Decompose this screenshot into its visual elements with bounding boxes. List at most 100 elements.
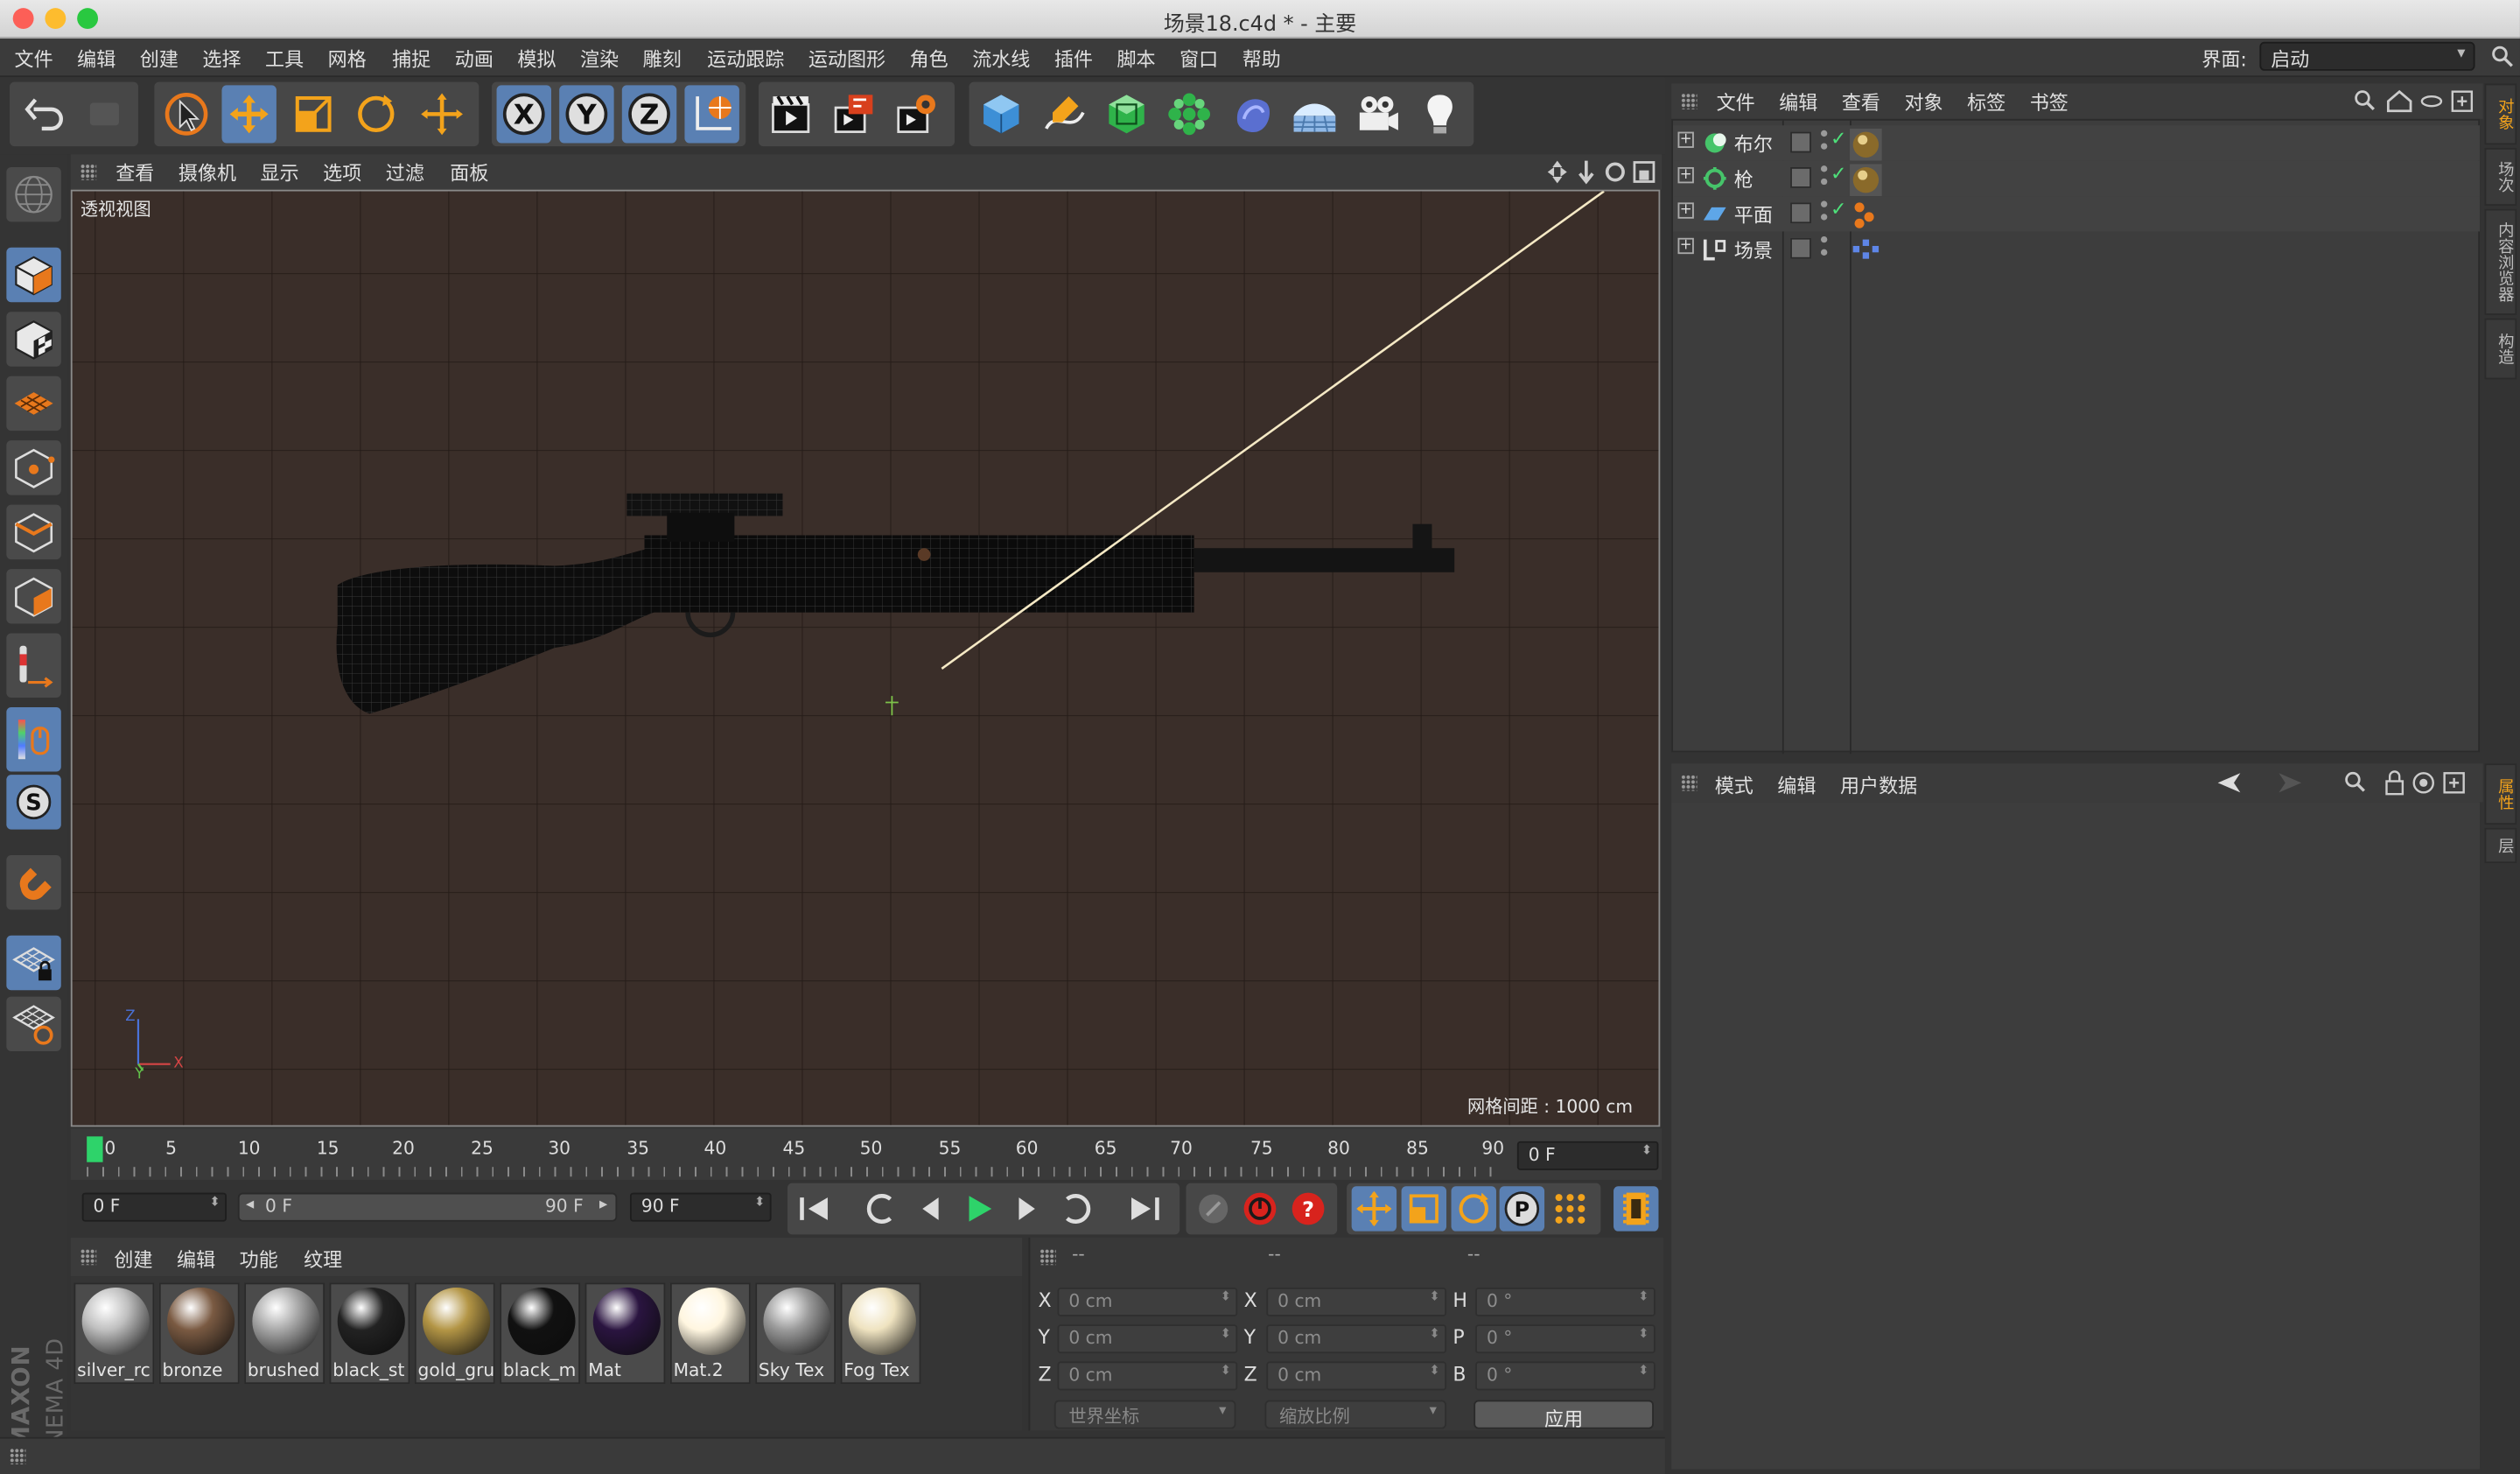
om-menu-view[interactable]: 查看	[1842, 88, 1880, 116]
material-menu-texture[interactable]: 纹理	[304, 1246, 342, 1273]
workplane-rotate-icon[interactable]	[6, 996, 61, 1052]
menu-character[interactable]: 角色	[910, 45, 948, 72]
editor-visibility-dot-icon[interactable]	[1820, 235, 1828, 243]
menu-help[interactable]: 帮助	[1242, 45, 1281, 72]
material-tag-icon[interactable]	[1850, 164, 1882, 197]
search-icon[interactable]	[2491, 45, 2514, 67]
coord-value-field[interactable]: 0 cm ⬍	[1057, 1324, 1238, 1354]
range-right-arrow-icon[interactable]: ▸	[599, 1196, 607, 1213]
material-swatch[interactable]: brushed	[244, 1282, 326, 1385]
cloner-icon[interactable]	[1162, 85, 1216, 143]
stepper-icon[interactable]: ⬍	[1221, 1363, 1231, 1378]
floor-environment-icon[interactable]	[1287, 85, 1341, 143]
menu-sculpt[interactable]: 雕刻	[643, 45, 682, 72]
viewport-menu-view[interactable]: 查看	[116, 159, 154, 186]
render-visibility-dot-icon[interactable]	[1820, 249, 1828, 256]
editor-visibility-dot-icon[interactable]	[1820, 165, 1828, 172]
enabled-check-icon[interactable]: ✓	[1830, 198, 1846, 221]
key-parameter-icon[interactable]: P	[1499, 1186, 1545, 1232]
object-row[interactable]: + 场景	[1673, 231, 2480, 266]
side-tab-takes[interactable]: 场次	[2484, 147, 2517, 207]
om-menu-tags[interactable]: 标签	[1967, 88, 2006, 116]
stepper-icon[interactable]: ⬍	[754, 1194, 765, 1209]
material-swatch[interactable]: silver_rc	[74, 1282, 155, 1385]
key-position-icon[interactable]	[1351, 1186, 1397, 1232]
coord-value-field[interactable]: 0 ° ⬍	[1475, 1287, 1656, 1317]
phong-tag-icon[interactable]	[1850, 200, 1882, 232]
menu-motion-tracker[interactable]: 运动跟踪	[707, 45, 784, 72]
render-to-picture-viewer-icon[interactable]	[826, 85, 880, 143]
menu-create[interactable]: 创建	[140, 45, 178, 72]
material-swatch[interactable]: Fog Tex	[840, 1282, 921, 1385]
side-tab-content-browser[interactable]: 内容浏览器	[2484, 208, 2517, 315]
scale-icon[interactable]	[286, 85, 340, 143]
material-swatch[interactable]: Mat	[584, 1282, 666, 1385]
paint-tool-icon[interactable]	[6, 707, 61, 772]
attr-menu-user-data[interactable]: 用户数据	[1840, 771, 1917, 798]
stepper-icon[interactable]: ⬍	[1642, 1143, 1652, 1158]
stage-tag-icon[interactable]	[1850, 235, 1882, 267]
menu-select[interactable]: 选择	[202, 45, 241, 72]
render-settings-icon[interactable]	[889, 85, 943, 143]
coord-value-field[interactable]: 0 cm ⬍	[1266, 1361, 1447, 1391]
object-row[interactable]: + 枪 ✓	[1673, 160, 2481, 197]
attr-menu-mode[interactable]: 模式	[1715, 771, 1754, 798]
coord-value-field[interactable]: 0 ° ⬍	[1475, 1324, 1656, 1354]
side-tab-structure[interactable]: 构造	[2484, 318, 2517, 380]
coord-value-field[interactable]: 0 cm ⬍	[1266, 1287, 1447, 1317]
timeline-ruler[interactable]: 0 5 10 15 20 25 30 35 40 45 50 55 60 65 …	[70, 1128, 1662, 1180]
play-forward-icon[interactable]	[956, 1186, 1001, 1231]
coord-value-field[interactable]: 0 cm ⬍	[1057, 1361, 1238, 1391]
range-left-arrow-icon[interactable]: ◂	[246, 1196, 254, 1213]
cube-icon[interactable]	[974, 85, 1028, 143]
next-key-icon[interactable]	[1054, 1186, 1099, 1231]
expand-toggle-icon[interactable]: +	[1677, 166, 1694, 184]
end-frame-field[interactable]: 90 F ⬍	[629, 1192, 772, 1222]
world-coordinate-icon[interactable]	[684, 85, 739, 144]
menu-window[interactable]: 窗口	[1180, 45, 1218, 72]
menu-edit[interactable]: 编辑	[77, 45, 116, 72]
menu-snap[interactable]: 捕捉	[392, 45, 430, 72]
transform-icon[interactable]	[415, 85, 469, 143]
render-visibility-dot-icon[interactable]	[1820, 143, 1828, 150]
material-tag-icon[interactable]	[1850, 128, 1882, 161]
enabled-check-icon[interactable]: ✓	[1830, 127, 1846, 150]
menu-simulate[interactable]: 模拟	[517, 45, 556, 72]
viewport-menu-options[interactable]: 选项	[323, 159, 361, 186]
menu-tools[interactable]: 工具	[265, 45, 304, 72]
key-rotation-icon[interactable]	[1451, 1186, 1496, 1232]
live-select-icon[interactable]	[159, 85, 214, 143]
material-swatch[interactable]: black_m	[500, 1282, 581, 1385]
coord-value-field[interactable]: 0 cm ⬍	[1057, 1287, 1238, 1317]
start-frame-field[interactable]: 0 F ⬍	[81, 1192, 227, 1222]
edges-mode-icon[interactable]	[6, 504, 61, 560]
move-icon[interactable]	[221, 85, 276, 144]
playhead-marker[interactable]	[87, 1136, 103, 1162]
polygons-mode-icon[interactable]	[6, 569, 61, 624]
side-tab-attributes[interactable]: 属性	[2484, 763, 2517, 825]
deformer-icon[interactable]	[1225, 85, 1279, 143]
subdivision-icon[interactable]	[1099, 85, 1153, 143]
menu-mograph[interactable]: 运动图形	[808, 45, 886, 72]
viewport-menu-filter[interactable]: 过滤	[386, 159, 424, 186]
menu-render[interactable]: 渲染	[580, 45, 619, 72]
keyframe-selection-icon[interactable]: ?	[1285, 1186, 1330, 1231]
layer-swatch-icon[interactable]	[1790, 166, 1811, 188]
om-menu-edit[interactable]: 编辑	[1779, 88, 1817, 116]
stepper-icon[interactable]: ⬍	[209, 1194, 220, 1209]
material-swatch[interactable]: bronze	[158, 1282, 240, 1385]
expand-toggle-icon[interactable]: +	[1677, 131, 1694, 148]
redo-icon[interactable]	[77, 85, 131, 143]
render-visibility-dot-icon[interactable]	[1820, 178, 1828, 186]
coordinate-system-dropdown[interactable]: 世界坐标 ▾	[1054, 1400, 1236, 1429]
material-menu-edit[interactable]: 编辑	[177, 1246, 215, 1273]
current-frame-field[interactable]: 0 F ⬍	[1516, 1141, 1659, 1170]
snap-magnet-icon[interactable]	[6, 854, 61, 910]
om-menu-file[interactable]: 文件	[1717, 88, 1755, 116]
coord-value-field[interactable]: 0 cm ⬍	[1266, 1324, 1447, 1354]
apply-button[interactable]: 应用	[1474, 1400, 1654, 1430]
key-point-level-icon[interactable]	[1548, 1186, 1592, 1231]
next-frame-icon[interactable]	[1004, 1186, 1049, 1231]
menu-pipeline[interactable]: 流水线	[972, 45, 1030, 72]
stepper-icon[interactable]: ⬍	[1638, 1289, 1648, 1304]
